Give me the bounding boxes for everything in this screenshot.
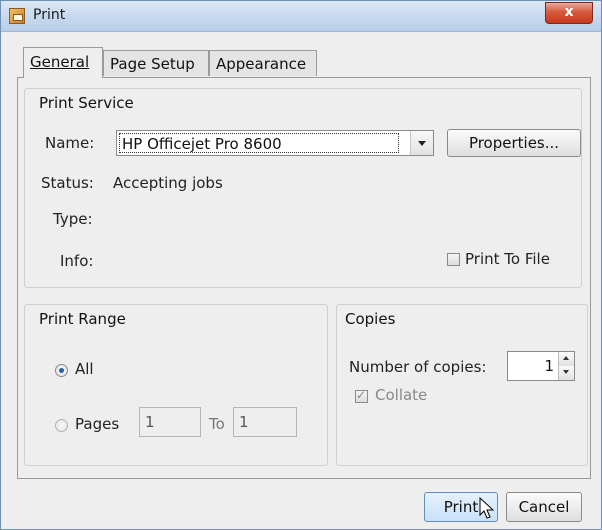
tab-general[interactable]: General [23, 47, 103, 78]
print-service-title: Print Service [39, 94, 134, 112]
close-button[interactable]: x [545, 2, 593, 24]
print-range-title: Print Range [39, 310, 126, 328]
copies-stepper[interactable]: 1 [507, 351, 575, 381]
properties-button[interactable]: Properties... [447, 129, 581, 157]
tab-page-setup[interactable]: Page Setup [103, 50, 209, 76]
pages-radio[interactable] [55, 419, 68, 432]
general-panel: Print Service Name: HP Officejet Pro 860… [17, 77, 591, 479]
app-icon [9, 8, 25, 24]
spin-down-icon[interactable] [558, 366, 574, 380]
all-radio[interactable] [55, 364, 68, 377]
print-dialog: Print x General Page Setup Appearance Pr… [0, 0, 602, 530]
print-range-group: Print Range All Pages 1 To 1 [24, 304, 328, 466]
name-label: Name: [45, 134, 95, 152]
spin-up-icon[interactable] [558, 352, 574, 367]
to-label: To [209, 415, 225, 433]
tab-appearance-label: Appearance [216, 55, 307, 73]
status-label: Status: [41, 174, 94, 192]
chevron-down-icon[interactable] [410, 131, 433, 155]
print-service-group: Print Service Name: HP Officejet Pro 860… [24, 88, 582, 288]
printer-name-select[interactable]: HP Officejet Pro 8600 [116, 130, 434, 156]
pages-to-input[interactable]: 1 [233, 407, 297, 437]
copies-group: Copies Number of copies: 1 Collate [336, 304, 588, 466]
copies-value: 1 [544, 357, 554, 375]
print-to-file-label: Print To File [465, 250, 550, 268]
cancel-button[interactable]: Cancel [506, 492, 582, 522]
status-value: Accepting jobs [113, 174, 223, 192]
title-bar[interactable]: Print x [1, 1, 601, 32]
mouse-cursor-icon [479, 497, 495, 519]
type-label: Type: [53, 210, 93, 228]
number-of-copies-label: Number of copies: [349, 358, 487, 376]
tab-appearance[interactable]: Appearance [209, 50, 317, 76]
pages-from-input[interactable]: 1 [139, 407, 201, 437]
printer-name-value: HP Officejet Pro 8600 [119, 133, 399, 153]
collate-checkbox[interactable] [355, 388, 368, 403]
window-title: Print [33, 7, 66, 23]
info-label: Info: [60, 252, 94, 270]
collate-label: Collate [375, 386, 428, 404]
tab-page-setup-label: Page Setup [110, 55, 195, 73]
all-label: All [75, 360, 94, 378]
copies-title: Copies [345, 310, 396, 328]
print-to-file-checkbox[interactable] [447, 253, 460, 266]
tab-general-label: General [30, 53, 90, 71]
pages-label: Pages [75, 415, 120, 433]
